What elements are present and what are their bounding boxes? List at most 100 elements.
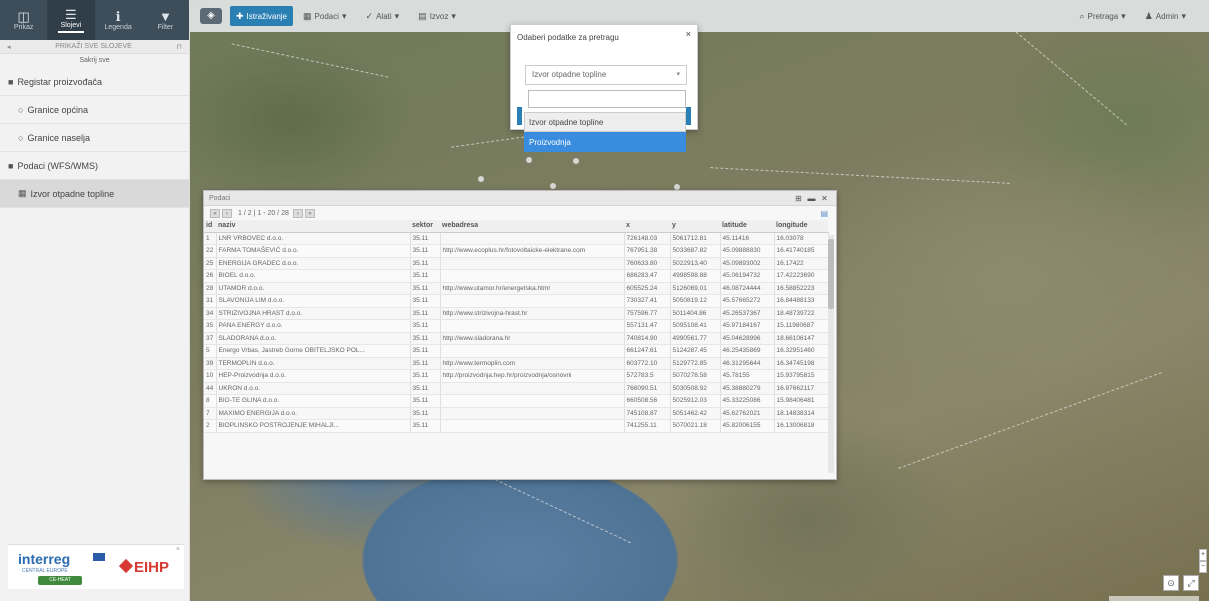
table-row[interactable]: 25 ENERGIJA GRADEC d.o.o. 35.11 760633.80 50…: [204, 257, 829, 270]
layers-grid-icon: ◫: [17, 8, 30, 24]
filter-table-icon[interactable]: ⊞: [792, 194, 805, 203]
show-all-layers-link[interactable]: PRIKAŽI SVE SLOJEVE: [55, 43, 132, 50]
map-marker[interactable]: [573, 158, 579, 164]
dropdown-search-input[interactable]: [528, 90, 686, 108]
map-marker[interactable]: [478, 176, 484, 182]
table-cell-id: 31: [204, 294, 217, 308]
table-row[interactable]: 34 STRIZIVOJNA HRAST d.o.o. 35.11 http://ww…: [204, 307, 829, 320]
data-source-select[interactable]: Izvor otpadne topline ▾: [525, 65, 687, 85]
collapse-icon[interactable]: ◂: [7, 43, 11, 51]
table-cell-naziv: STRIZIVOJNA HRAST d.o.o.: [216, 307, 411, 320]
table-row[interactable]: 44 UKRON d.o.o. 35.11 766090.51 5030508.92 45…: [204, 382, 829, 395]
tree-item-granice-naselja[interactable]: ○ Granice naselja: [0, 124, 189, 152]
table-row[interactable]: 10 HEP-Proizvodnja d.o.o. 35.11 http://proi…: [204, 369, 829, 383]
table-cell-y: 5070278.58: [670, 369, 721, 383]
tree-item-granice-opcina[interactable]: ○ Granice općina: [0, 96, 189, 124]
close-icon[interactable]: ×: [176, 546, 180, 553]
table-row[interactable]: 26 BIOEL d.o.o. 35.11 686283.47 4998598.88 45…: [204, 269, 829, 283]
radio-icon[interactable]: ○: [18, 133, 23, 143]
zoom-out-button[interactable]: −: [1199, 561, 1207, 573]
table-cell-x: 760633.80: [624, 257, 671, 270]
sidebar-tabs: ◫ Prikaz ☰ Slojevi ℹ Legenda ▼ Filter: [0, 0, 189, 40]
explore-button[interactable]: ✚ Istraživanje: [230, 6, 294, 26]
close-icon[interactable]: ✕: [818, 194, 831, 203]
search-button-left[interactable]: [517, 107, 522, 125]
tree-item-izvor-otpadne-topline[interactable]: ▦ Izvor otpadne topline: [0, 180, 189, 208]
search-button[interactable]: ⌕ Pretraga ▾: [1073, 6, 1134, 26]
basemap-layers-button[interactable]: ◈: [200, 8, 222, 24]
tab-slojevi[interactable]: ☰ Slojevi: [47, 0, 95, 40]
map-marker[interactable]: [526, 157, 532, 163]
pin-icon[interactable]: ⊓: [177, 43, 182, 51]
user-menu-button[interactable]: ♟ Admin ▾: [1139, 6, 1195, 26]
radio-icon[interactable]: ○: [18, 105, 23, 115]
column-header-id[interactable]: id: [204, 220, 216, 233]
table-cell-naziv: Energo Vrbas, Jastreb Gorne OBITELJSKO P…: [216, 344, 411, 358]
column-header-webadresa[interactable]: webadresa: [440, 220, 624, 233]
tab-filter[interactable]: ▼ Filter: [142, 0, 189, 40]
scrollbar-thumb[interactable]: [828, 239, 834, 309]
close-icon[interactable]: ×: [686, 29, 691, 39]
fullscreen-icon[interactable]: ⤢: [1183, 575, 1199, 591]
table-filter-icon[interactable]: ▤: [820, 209, 828, 218]
table-row[interactable]: 5 Energo Vrbas, Jastreb Gorne OBITELJSKO …: [204, 344, 829, 358]
search-button-right[interactable]: [686, 107, 691, 125]
hide-all-link[interactable]: Sakrij sve: [0, 54, 189, 68]
column-header-sektor[interactable]: sektor: [410, 220, 440, 233]
dropdown-option[interactable]: Proizvodnja: [524, 132, 686, 152]
last-page-button[interactable]: »: [304, 208, 315, 218]
column-header-y[interactable]: y: [670, 220, 720, 233]
table-row[interactable]: 1 LNR VRBOVEC d.o.o. 35.11 726148.03 5061712…: [204, 232, 829, 245]
table-icon: ▦: [18, 188, 27, 198]
table-row[interactable]: 35 PANA ENERGY d.o.o. 35.11 557131.47 509510…: [204, 319, 829, 333]
toolbar-tools-button[interactable]: ✓ Alati ▾: [360, 6, 409, 26]
tree-item-label: Podaci (WFS/WMS): [17, 160, 98, 171]
map-marker[interactable]: [550, 183, 556, 189]
column-header-naziv[interactable]: naziv: [216, 220, 410, 233]
table-row[interactable]: 8 BIO-TE GLINA d.o.o. 35.11 660508.56 502591…: [204, 394, 829, 408]
table-row[interactable]: 39 TERMOPLIN d.o.o. 35.11 http://www.termop…: [204, 357, 829, 370]
toolbar-export-button[interactable]: ▤ Izvoz ▾: [412, 6, 465, 26]
locate-icon[interactable]: ⊙: [1163, 575, 1179, 591]
table-cell-x: 661247.61: [624, 344, 671, 358]
select-value: Izvor otpadne topline: [532, 70, 607, 79]
funnel-icon: ▼: [158, 8, 172, 24]
column-header-x[interactable]: x: [624, 220, 670, 233]
chevron-down-icon: ▾: [1181, 10, 1186, 21]
tree-item-registar[interactable]: ■ Registar proizvođača: [0, 68, 189, 96]
prev-page-button[interactable]: ‹: [222, 208, 232, 218]
tab-slojevi-label: Slojevi: [60, 21, 82, 29]
table-row[interactable]: 37 SLADORANA d.o.o. 35.11 http://www.slador…: [204, 332, 829, 345]
tab-prikaz[interactable]: ◫ Prikaz: [0, 0, 47, 40]
table-cell-id: 28: [204, 282, 217, 295]
table-cell-naziv: UKRON d.o.o.: [216, 382, 411, 395]
toolbar-data-button[interactable]: ▦ Podaci ▾: [297, 6, 356, 26]
next-page-button[interactable]: ›: [292, 208, 303, 218]
first-page-button[interactable]: «: [210, 208, 220, 218]
tab-legenda[interactable]: ℹ Legenda: [95, 0, 142, 40]
panel-title: Podaci: [209, 194, 231, 202]
plus-icon: ✚: [236, 10, 244, 21]
dropdown-option[interactable]: Izvor otpadne topline: [524, 112, 686, 132]
attribute-table: id naziv sektor webadresa x y latitude longitud…: [204, 220, 829, 433]
column-header-longitude[interactable]: longitude: [774, 220, 828, 233]
table-row[interactable]: 7 MAXIMO ENERGIJA d.o.o. 35.11 745108.87 505…: [204, 407, 829, 420]
tree-item-podaci[interactable]: ■ Podaci (WFS/WMS): [0, 152, 189, 180]
table-cell-id: 34: [204, 307, 217, 320]
column-header-latitude[interactable]: latitude: [720, 220, 774, 233]
table-scrollbar[interactable]: [828, 235, 834, 473]
table-row[interactable]: 28 UTAMOR d.o.o. 35.11 http://www.utamor.hr…: [204, 282, 829, 295]
table-cell-id: 44: [204, 382, 217, 395]
table-cell-x: 741255.11: [624, 419, 671, 433]
table-row[interactable]: 2 BIOPLINSKO POSTROJENJE MIHALJI... 35.11 7…: [204, 419, 829, 433]
table-cell-x: 603772.10: [624, 357, 671, 370]
table-cell-webadresa: http://www.strizivojna-hrast.hr: [440, 307, 625, 320]
zoom-in-button[interactable]: +: [1199, 549, 1207, 561]
info-icon: ℹ: [115, 8, 121, 24]
data-icon: ▦: [303, 10, 312, 21]
table-row[interactable]: 31 SLAVONIJA LIM d.o.o. 35.11 730327.41 5050…: [204, 294, 829, 308]
minimize-icon[interactable]: ▬: [805, 194, 818, 203]
table-cell-sektor: 35.11: [410, 357, 441, 370]
table-row[interactable]: 22 FARMA TOMAŠEVIĆ d.o.o. 35.11 http://www.…: [204, 244, 829, 258]
user-icon: ♟: [1144, 10, 1153, 21]
